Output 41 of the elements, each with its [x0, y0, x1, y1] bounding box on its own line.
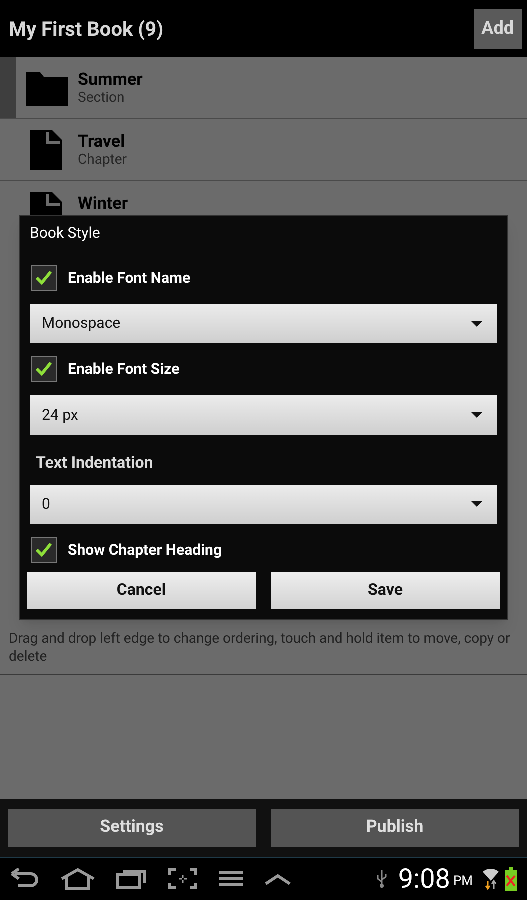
dialog-title: Book Style: [30, 224, 100, 242]
item-title[interactable]: Travel: [78, 133, 128, 151]
wifi-icon: [481, 867, 501, 891]
document-icon: [30, 130, 62, 170]
drag-handle[interactable]: [0, 57, 16, 118]
hint-text: Drag and drop left edge to change ordering, touch and hold item to move, copy or delete: [0, 620, 527, 675]
check-icon: [36, 542, 52, 557]
item-title[interactable]: Summer: [78, 71, 143, 89]
bottom-button[interactable]: Publish: [271, 809, 519, 847]
add-button[interactable]: Add: [474, 8, 522, 48]
clock-meridiem: PM: [453, 872, 473, 890]
item-title[interactable]: Winter: [78, 195, 128, 213]
checkbox-label: Show Chapter Heading: [68, 540, 222, 561]
clock-time: 9:08: [398, 866, 450, 892]
check-icon: [36, 271, 52, 286]
caret-icon: [471, 320, 483, 327]
checkbox-label: Enable Font Size: [68, 359, 180, 380]
recent-apps-icon[interactable]: [116, 868, 148, 890]
folder-icon: [26, 70, 68, 106]
caret-icon: [471, 501, 483, 508]
dropdown[interactable]: Monospace: [30, 304, 497, 344]
app-title: My First Book (9): [9, 16, 164, 42]
dropdown[interactable]: 0: [30, 484, 497, 524]
field-label: Text Indentation: [35, 452, 154, 474]
dropdown[interactable]: 24 px: [30, 395, 497, 435]
checkbox[interactable]: [31, 265, 57, 292]
checkbox-label: Enable Font Name: [68, 268, 191, 289]
check-icon: [36, 362, 52, 376]
checkbox[interactable]: [31, 356, 57, 382]
bottom-button[interactable]: Settings: [8, 809, 256, 847]
usb-icon: [376, 869, 388, 889]
item-subtitle: Chapter: [78, 151, 128, 169]
dialog-button[interactable]: Save: [271, 572, 500, 609]
home-icon[interactable]: [60, 868, 96, 890]
dialog-button[interactable]: Cancel: [27, 572, 256, 609]
caret-icon: [471, 412, 483, 418]
screenshot-icon[interactable]: [168, 868, 198, 890]
item-subtitle: Section: [78, 89, 126, 107]
back-icon[interactable]: [10, 868, 40, 890]
checkbox[interactable]: [31, 536, 57, 563]
battery-icon: [505, 867, 517, 891]
